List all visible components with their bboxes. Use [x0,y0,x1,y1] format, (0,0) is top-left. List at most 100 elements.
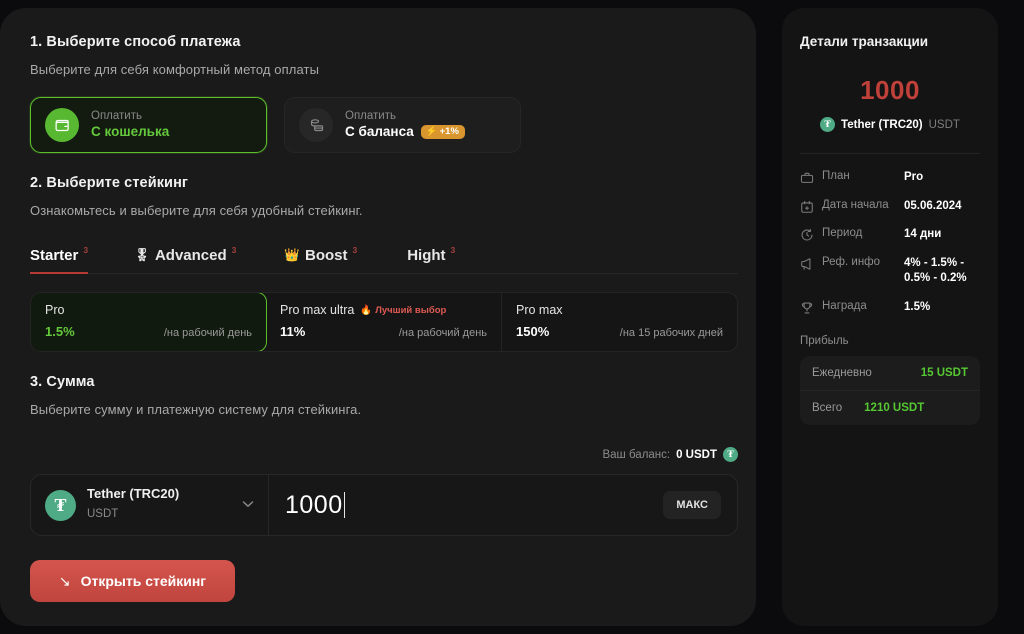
coins-stack-icon [299,108,333,142]
plan-card-pro-rate: 1.5% [45,324,75,339]
coin-select-text: Tether (TRC20) USDT [87,486,179,524]
transaction-details-title: Детали транзакции [800,34,929,49]
step-1-subtitle: Выберите для себя комфортный метод оплат… [30,62,320,77]
tab-advanced[interactable]: 🎖 Advanced 3 [134,245,237,273]
medal-icon: 🎖 [134,248,150,262]
detail-row-start-date: Дата начала 05.06.2024 [800,199,980,215]
tether-icon: ₮ [820,117,836,132]
transaction-coin-symbol: USDT [928,118,960,131]
tab-boost-label: Boost [304,247,348,264]
step-3-subtitle: Выберите сумму и платежную систему для с… [30,402,362,417]
payment-method-wallet-top: Оплатить [91,110,142,123]
plan-card-pro-max-ultra-name: Pro max ultra [280,303,355,317]
tab-starter-label: Starter [30,247,79,264]
crown-icon: 👑 [284,248,300,262]
payment-method-balance-bottom: С баланса ⚡ +1% [345,124,465,141]
wallet-icon [45,108,79,142]
staking-page: 1. Выберите способ платежа Выберите для … [0,0,1024,634]
step-2-title: 2. Выберите стейкинг [30,175,189,191]
plan-card-pro-max-name-row: Pro max [516,303,723,317]
step-2-section: 2. Выберите стейкинг Ознакомьтесь и выбе… [30,175,738,352]
tab-boost[interactable]: 👑 Boost 3 [284,245,358,273]
usdt-icon: ₮ [723,447,738,462]
step-2-subtitle: Ознакомьтесь и выберите для себя удобный… [30,203,363,218]
coin-select[interactable]: ₮ Tether (TRC20) USDT [31,475,269,535]
megaphone-icon [800,257,814,271]
payment-method-wallet-label: С кошелька [91,123,170,139]
tab-hight-label: Hight [407,247,446,264]
payment-method-list: Оплатить С кошелька Оплатить С баланса ⚡… [30,97,736,153]
transaction-amount: 1000 [860,75,920,105]
profit-row-daily-value: 15 USDT [920,367,968,380]
detail-row-period-value: 14 дни [904,228,942,241]
amount-input-bar: ₮ Tether (TRC20) USDT 1000 МАКС [30,474,738,536]
payment-method-wallet-bottom: С кошелька [91,124,169,141]
detail-row-start-date-label: Дата начала [822,198,889,211]
step-3-title: 3. Сумма [30,374,95,390]
user-balance-row: Ваш баланс: 0 USDT ₮ [30,447,738,462]
plan-card-pro-max-period: /на 15 рабочих дней [619,327,723,339]
plan-card-pro-name-row: Pro [45,303,252,317]
detail-row-plan: План Pro [800,170,980,186]
tab-advanced-count: 3 [231,245,237,255]
detail-row-ref-info: Реф. инфо 4% - 1.5% - 0.5% - 0.2% [800,256,980,287]
staking-form-panel: 1. Выберите способ платежа Выберите для … [0,8,756,626]
transaction-coin-row: ₮ Tether (TRC20) USDT [800,117,980,132]
plan-card-pro-max-ultra[interactable]: Pro max ultra 🔥 Лучший выбор 11% /на раб… [266,293,502,351]
transaction-details-panel: Детали транзакции 1000 ₮ Tether (TRC20) … [782,8,998,626]
detail-row-period-label: Период [822,227,863,240]
divider [800,153,980,154]
amount-input[interactable]: 1000 [269,475,663,535]
best-choice-badge: 🔥 Лучший выбор [360,305,446,316]
plan-card-pro-max-name: Pro max [516,303,563,317]
coin-select-symbol: USDT [87,508,119,521]
payment-method-wallet[interactable]: Оплатить С кошелька [30,97,267,153]
plan-card-pro-max-ultra-name-row: Pro max ultra 🔥 Лучший выбор [280,303,487,317]
plan-card-pro[interactable]: Pro 1.5% /на рабочий день [31,293,267,351]
tab-advanced-label: Advanced [154,247,227,264]
payment-method-balance-text: Оплатить С баланса ⚡ +1% [345,109,465,140]
user-balance-value: 0 USDT [676,448,717,461]
plan-card-list: Pro 1.5% /на рабочий день Pro max ultra … [30,292,738,352]
plan-card-pro-max-ultra-rate-row: 11% /на рабочий день [280,324,487,339]
user-balance-label: Ваш баланс: [602,448,671,461]
open-staking-label: Открыть стейкинг [80,573,207,589]
plan-card-pro-max[interactable]: Pro max 150% /на 15 рабочих дней [502,293,737,351]
staking-tabs: Starter 3 🎖 Advanced 3 👑 Boost 3 Hight 3 [30,240,738,274]
open-staking-button[interactable]: ↘ Открыть стейкинг [30,560,235,602]
trophy-icon [800,301,814,315]
profit-row-total: Всего 1210 USDT [800,390,980,425]
plan-card-pro-period: /на рабочий день [163,327,252,339]
plan-card-pro-rate-row: 1.5% /на рабочий день [45,324,252,339]
payment-method-wallet-text: Оплатить С кошелька [91,109,169,140]
profit-section-label: Прибыль [800,335,849,348]
balance-bonus-value: +1% [439,125,459,137]
detail-row-plan-value: Pro [904,171,924,183]
tab-boost-count: 3 [352,245,358,255]
detail-row-plan-label: План [822,170,850,182]
tab-hight-count: 3 [450,245,456,255]
arrow-down-right-icon: ↘ [58,572,71,589]
chevron-down-icon [242,499,254,511]
profit-row-daily: Ежедневно 15 USDT [800,356,980,390]
calendar-icon [800,200,814,214]
step-1-title: 1. Выберите способ платежа [30,34,241,50]
detail-row-reward: Награда 1.5% [800,300,980,316]
profit-row-total-value: 1210 USDT [864,402,925,415]
detail-row-reward-label: Награда [822,299,867,312]
text-caret [343,492,346,518]
max-button[interactable]: МАКС [663,491,721,519]
tab-hight[interactable]: Hight 3 [407,245,456,273]
payment-method-balance[interactable]: Оплатить С баланса ⚡ +1% [284,97,521,153]
lightning-icon: ⚡ [425,125,438,137]
payment-method-balance-top: Оплатить [345,110,396,123]
payment-method-balance-label: С баланса [345,123,414,139]
step-3-section: 3. Сумма Выберите сумму и платежную сист… [30,374,738,602]
detail-row-ref-info-label: Реф. инфо [822,255,881,268]
plan-card-pro-max-ultra-period: /на рабочий день [398,327,487,339]
detail-row-start-date-value: 05.06.2024 [904,199,962,212]
plan-card-pro-max-rate: 150% [516,324,550,339]
plan-card-pro-name: Pro [45,303,65,317]
transaction-coin-name: Tether (TRC20) [841,118,923,131]
tab-starter[interactable]: Starter 3 [30,245,89,274]
